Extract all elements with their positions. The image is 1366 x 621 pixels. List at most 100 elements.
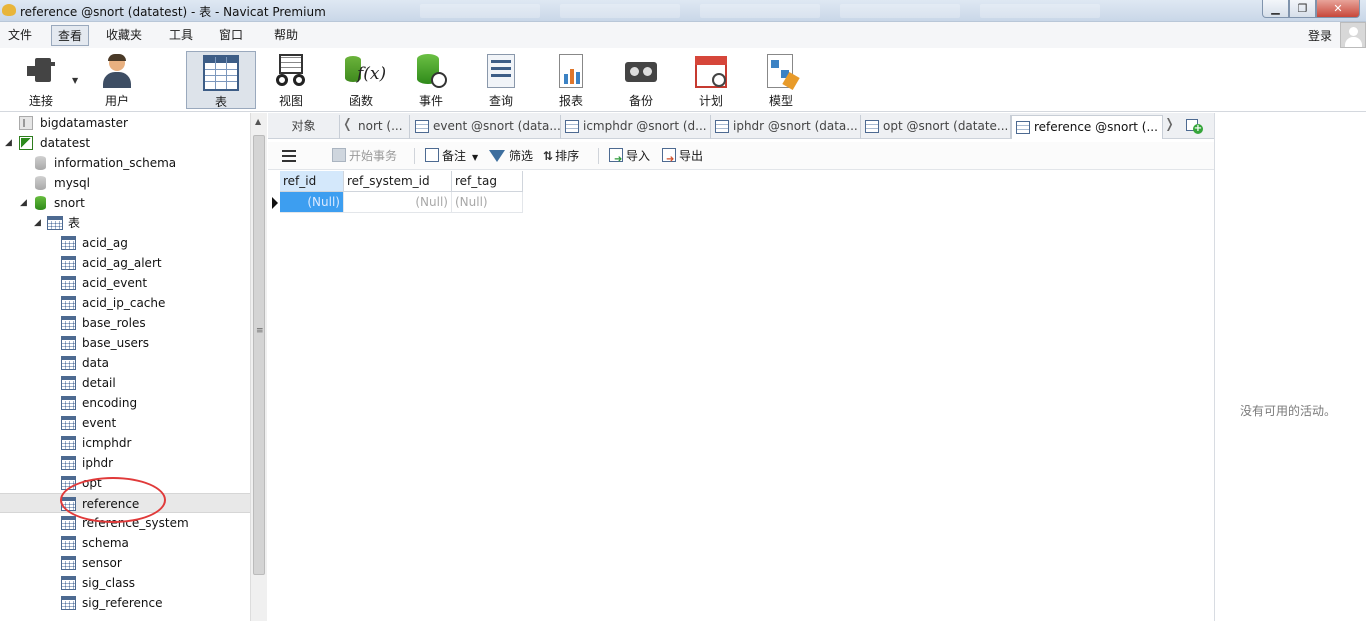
tree-table-item[interactable]: sig_reference	[0, 593, 250, 613]
plug-icon	[23, 54, 59, 90]
user-button[interactable]: 用户	[86, 51, 148, 109]
plus-icon: +	[1193, 123, 1203, 134]
connect-button[interactable]: 连接	[10, 51, 72, 109]
connection-icon	[19, 116, 33, 130]
tree-table-item[interactable]: acid_ip_cache	[0, 293, 250, 313]
menu-window[interactable]: 窗口	[213, 25, 249, 46]
avatar-head-shape	[1349, 27, 1358, 36]
query-icon	[483, 54, 519, 90]
tree-table-item[interactable]: sensor	[0, 553, 250, 573]
menu-icon[interactable]	[282, 150, 296, 162]
report-button[interactable]: 报表	[540, 51, 602, 109]
grid-cell[interactable]: (Null)	[344, 192, 452, 213]
tree-table-item[interactable]: event	[0, 413, 250, 433]
tree-table-item[interactable]: opt	[0, 473, 250, 493]
tree-connection-datatest[interactable]: ◢ datatest	[0, 133, 250, 153]
main-toolbar: 连接 ▼ 用户 表 视图 f(x) 函数 事件 查询 报表 备份 计划 模型	[0, 48, 1366, 112]
tree-table-item[interactable]: base_roles	[0, 313, 250, 333]
schedule-label: 计划	[698, 94, 723, 108]
menu-view[interactable]: 查看	[51, 25, 90, 46]
tree-table-item[interactable]: iphdr	[0, 453, 250, 473]
avatar[interactable]	[1340, 22, 1366, 48]
tree-table-item[interactable]: reference_system	[0, 513, 250, 533]
backup-label: 备份	[628, 94, 653, 108]
tree-label: sig_class	[82, 576, 135, 590]
tab-scroll-right-icon[interactable]: ❭	[1164, 117, 1175, 132]
connect-dropdown-arrow-icon[interactable]: ▼	[72, 76, 78, 85]
menu-favorites[interactable]: 收藏夹	[100, 25, 148, 46]
tab-reference[interactable]: reference @snort (...	[1011, 115, 1163, 139]
grid-cell[interactable]: (Null)	[280, 192, 344, 213]
login-link[interactable]: 登录	[1308, 27, 1332, 44]
model-button[interactable]: 模型	[750, 51, 812, 109]
grid-cell[interactable]: (Null)	[452, 192, 523, 213]
user-label: 用户	[104, 94, 129, 108]
tree-table-item[interactable]: acid_ag	[0, 233, 250, 253]
export-button[interactable]: ➜ 导出	[662, 146, 703, 166]
query-button[interactable]: 查询	[470, 51, 532, 109]
column-header-ref-id[interactable]: ref_id	[280, 171, 344, 192]
tree-table-item[interactable]: reference	[0, 493, 250, 513]
event-button[interactable]: 事件	[400, 51, 462, 109]
menu-tools[interactable]: 工具	[163, 25, 199, 46]
view-button[interactable]: 视图	[260, 51, 322, 109]
menu-file[interactable]: 文件	[2, 25, 38, 46]
tab-snort-partial[interactable]: nort (...	[356, 115, 410, 139]
tab-objects[interactable]: 对象	[268, 115, 340, 139]
minimize-button[interactable]: ▁	[1262, 0, 1289, 18]
tree-database-snort[interactable]: ◢ snort	[0, 193, 250, 213]
splitter-grip-icon[interactable]: ≡	[256, 326, 264, 336]
tree-table-item[interactable]: detail	[0, 373, 250, 393]
expanded-arrow-icon[interactable]: ◢	[20, 193, 27, 213]
table-icon	[61, 296, 76, 310]
sidebar-scrollbar[interactable]: ▲ ≡	[250, 113, 267, 621]
tree-table-item[interactable]: encoding	[0, 393, 250, 413]
new-tab-button[interactable]: +	[1186, 118, 1203, 134]
tree-table-item[interactable]: icmphdr	[0, 433, 250, 453]
table-icon	[61, 516, 76, 530]
maximize-button[interactable]: ❐	[1289, 0, 1316, 18]
memo-button[interactable]: 备注 ▼	[425, 146, 478, 166]
tree-tables-folder[interactable]: ◢ 表	[0, 213, 250, 233]
table-button[interactable]: 表	[186, 51, 256, 109]
schedule-button[interactable]: 计划	[680, 51, 742, 109]
tree-table-item[interactable]: base_users	[0, 333, 250, 353]
column-header-ref-tag[interactable]: ref_tag	[452, 171, 523, 192]
table-icon	[61, 497, 76, 511]
tree-table-item[interactable]: acid_ag_alert	[0, 253, 250, 273]
tree-connection-bigdatamaster[interactable]: bigdatamaster	[0, 113, 250, 133]
table-icon	[61, 376, 76, 390]
table-icon	[61, 316, 76, 330]
begin-transaction-button[interactable]: 开始事务	[332, 146, 397, 166]
table-icon	[61, 236, 76, 250]
tree-table-item[interactable]: acid_event	[0, 273, 250, 293]
close-button[interactable]: ✕	[1316, 0, 1360, 18]
scroll-thumb[interactable]	[253, 135, 265, 575]
memo-dropdown-icon[interactable]: ▼	[472, 153, 478, 162]
toolbar-separator	[598, 148, 599, 164]
backup-button[interactable]: 备份	[610, 51, 672, 109]
window-title: reference @snort (datatest) - 表 - Navica…	[20, 5, 326, 19]
tree-table-item[interactable]: sig_class	[0, 573, 250, 593]
tree-table-item[interactable]: data	[0, 353, 250, 373]
menu-help[interactable]: 帮助	[268, 25, 304, 46]
tab-event[interactable]: event @snort (data...	[411, 115, 561, 139]
tab-iphdr[interactable]: iphdr @snort (data...	[711, 115, 861, 139]
column-header-ref-system-id[interactable]: ref_system_id	[344, 171, 452, 192]
import-button[interactable]: ➜ 导入	[609, 146, 650, 166]
tree-table-item[interactable]: schema	[0, 533, 250, 553]
expanded-arrow-icon[interactable]: ◢	[34, 213, 41, 233]
tab-scroll-left-icon[interactable]: ❬	[342, 117, 353, 132]
expanded-arrow-icon[interactable]: ◢	[5, 133, 12, 153]
tree-label: opt	[82, 476, 102, 490]
filter-button[interactable]: 筛选	[489, 146, 533, 166]
tree-database-information-schema[interactable]: information_schema	[0, 153, 250, 173]
view-label: 视图	[278, 94, 303, 108]
tab-icmphdr[interactable]: icmphdr @snort (d...	[561, 115, 711, 139]
tree-database-mysql[interactable]: mysql	[0, 173, 250, 193]
table-icon	[865, 120, 879, 133]
function-button[interactable]: f(x) 函数	[330, 51, 392, 109]
scroll-up-arrow-icon[interactable]: ▲	[255, 117, 261, 126]
tab-opt[interactable]: opt @snort (datate...	[861, 115, 1011, 139]
sort-button[interactable]: ⇅ 排序	[543, 146, 579, 166]
